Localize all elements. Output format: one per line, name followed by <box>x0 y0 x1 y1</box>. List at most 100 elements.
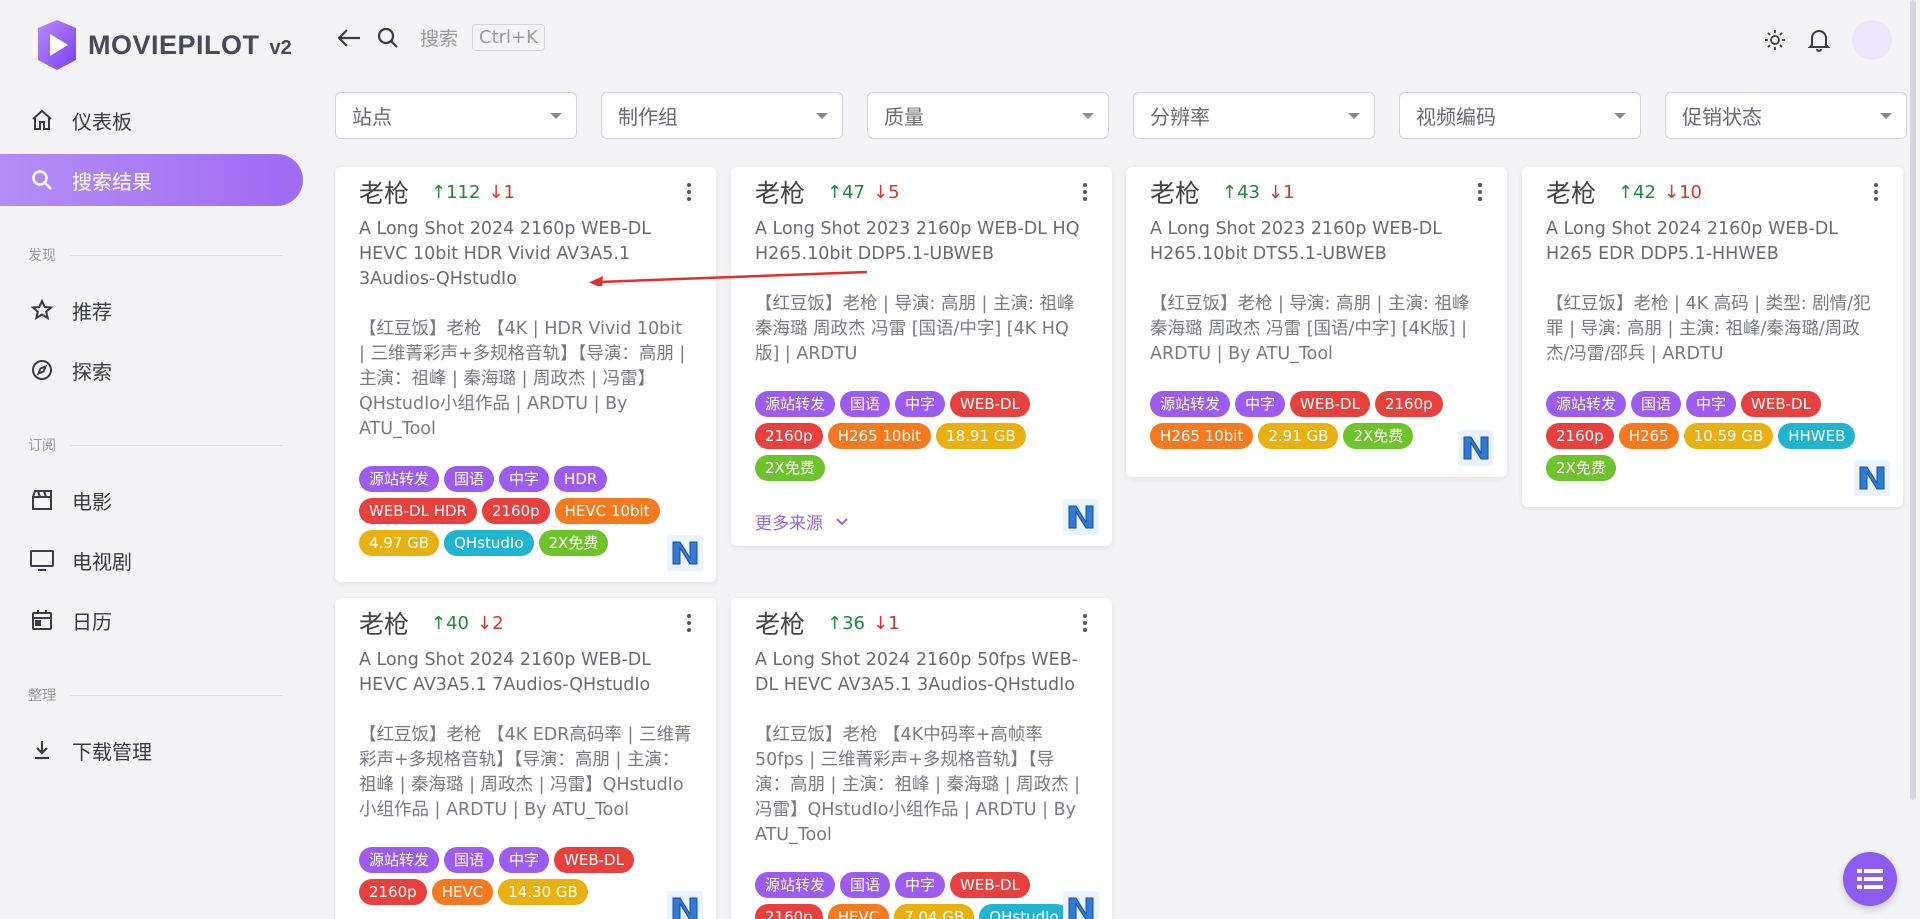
search-icon[interactable] <box>376 26 400 50</box>
site-logo-icon <box>1063 499 1099 535</box>
filter-site-label: 站点 <box>352 105 392 129</box>
star-icon <box>28 296 56 324</box>
back-arrow-icon[interactable] <box>336 26 362 50</box>
torrent-description: 【红豆饭】老枪 【4K EDR高码率 | 三维菁彩声+多规格音轨】【导演：高朋 … <box>359 725 692 820</box>
filter-codec[interactable]: 视频编码 <box>1399 92 1641 139</box>
tag: 源站转发 <box>359 847 440 873</box>
more-vert-icon[interactable] <box>1477 183 1483 201</box>
nav-explore[interactable]: 探索 <box>0 344 303 396</box>
tag: 2X免费 <box>1343 423 1414 449</box>
card-title: 老枪 <box>755 610 806 639</box>
topbar-actions <box>1764 20 1892 60</box>
result-card[interactable]: 老枪 ↑36 ↓1 A Long Shot 2024 2160p 50fps W… <box>731 598 1112 919</box>
tag: 中字 <box>895 391 946 417</box>
tag: 中字 <box>499 847 550 873</box>
more-vert-icon[interactable] <box>1082 183 1088 201</box>
brand[interactable]: MOVIEPILOT v2 <box>34 20 292 70</box>
filter-quality-label: 质量 <box>884 105 924 129</box>
list-view-button[interactable] <box>1843 852 1897 906</box>
tag: 国语 <box>840 872 891 898</box>
filter-site[interactable]: 站点 <box>335 92 577 139</box>
tag: 2.91 GB <box>1258 423 1339 449</box>
nav-movies-label: 电影 <box>72 489 112 514</box>
more-sources-button[interactable]: 更多来源 <box>755 509 1088 534</box>
torrent-description: 【红豆饭】老枪 | 导演: 高朋 | 主演: 祖峰 秦海璐 周政杰 冯雷 [国语… <box>1150 294 1470 364</box>
tag: WEB-DL <box>950 391 1030 417</box>
filter-resolution[interactable]: 分辨率 <box>1133 92 1375 139</box>
moviepilot-logo-icon <box>38 20 76 70</box>
result-card[interactable]: 老枪 ↑43 ↓1 A Long Shot 2023 2160p WEB-DL … <box>1126 167 1507 477</box>
caret-down-icon <box>816 112 828 119</box>
caret-down-icon <box>1348 112 1360 119</box>
more-sources-label: 更多来源 <box>755 514 823 534</box>
tag: 国语 <box>840 391 891 417</box>
tag: WEB-DL <box>554 847 634 873</box>
filter-promotion-label: 促销状态 <box>1682 105 1762 129</box>
result-card[interactable]: 老枪 ↑47 ↓5 A Long Shot 2023 2160p WEB-DL … <box>731 167 1112 546</box>
tag-list: 源站转发 国语 中字 WEB-DL 2160p HEVC 7.04 GB QHstudIo <box>755 872 1088 919</box>
filter-group[interactable]: 制作组 <box>601 92 843 139</box>
tag: HEVC <box>431 879 494 905</box>
tag: 10.59 GB <box>1683 423 1774 449</box>
nav-downloads[interactable]: 下载管理 <box>0 724 303 776</box>
seeders-count: ↑47 <box>827 181 866 203</box>
result-card[interactable]: 老枪 ↑42 ↓10 A Long Shot 2024 2160p WEB-DL… <box>1522 167 1903 507</box>
nav-tv-label: 电视剧 <box>72 549 132 574</box>
filter-promotion[interactable]: 促销状态 <box>1665 92 1907 139</box>
caret-down-icon <box>1880 112 1892 119</box>
tag: 国语 <box>1631 391 1682 417</box>
tag: 源站转发 <box>755 872 836 898</box>
nav-tv[interactable]: 电视剧 <box>0 534 303 586</box>
tag: QHstudIo <box>979 904 1069 919</box>
filter-resolution-label: 分辨率 <box>1150 105 1210 129</box>
tag: 18.91 GB <box>936 423 1026 449</box>
theme-toggle-icon[interactable] <box>1764 29 1786 51</box>
tag: WEB-DL <box>1290 391 1370 417</box>
scrollbar[interactable] <box>1910 0 1916 800</box>
chevron-down-icon <box>836 517 848 525</box>
nav-recommend[interactable]: 推荐 <box>0 284 303 336</box>
leechers-count: ↓10 <box>1664 181 1703 203</box>
nav-calendar[interactable]: 日历 <box>0 594 303 646</box>
tag-list: 源站转发 国语 中字 WEB-DL 2160p H265 10.59 GB HHWEB 2X免费 <box>1546 391 1879 481</box>
more-vert-icon[interactable] <box>1873 183 1879 201</box>
tag: 2160p <box>1546 423 1614 449</box>
bell-icon[interactable] <box>1808 28 1830 52</box>
result-card[interactable]: 老枪 ↑112 ↓1 A Long Shot 2024 2160p WEB-DL… <box>335 167 716 582</box>
tag: HEVC <box>827 904 890 919</box>
tag: 源站转发 <box>359 466 440 492</box>
compass-icon <box>28 356 56 384</box>
torrent-name: A Long Shot 2023 2160p WEB-DL HQ H265.10… <box>755 219 1080 264</box>
tag: 7.04 GB <box>894 904 975 919</box>
tag: 2X免费 <box>1546 455 1616 481</box>
filter-quality[interactable]: 质量 <box>867 92 1109 139</box>
tag: 国语 <box>444 847 495 873</box>
result-card[interactable]: 老枪 ↑40 ↓2 A Long Shot 2024 2160p WEB-DL … <box>335 598 716 919</box>
torrent-name: A Long Shot 2024 2160p WEB-DL H265 EDR D… <box>1546 219 1838 264</box>
seeders-count: ↑43 <box>1222 181 1261 203</box>
seeders-count: ↑42 <box>1618 181 1657 203</box>
download-icon <box>28 736 56 764</box>
calendar-icon <box>28 606 56 634</box>
more-vert-icon[interactable] <box>1082 614 1088 632</box>
sidebar: MOVIEPILOT v2 仪表板 搜索结果 发现 推荐 探索 订阅 电影 电视… <box>0 0 310 919</box>
search-input[interactable]: 搜索 <box>420 24 458 51</box>
nav-search-results[interactable]: 搜索结果 <box>0 154 303 206</box>
torrent-description: 【红豆饭】老枪 【4K中码率+高帧率50fps | 三维菁彩声+多规格音轨】【导… <box>755 725 1081 845</box>
tag: 14.30 GB <box>498 879 588 905</box>
avatar[interactable] <box>1852 20 1892 60</box>
nav-dashboard[interactable]: 仪表板 <box>0 94 303 146</box>
nav-recommend-label: 推荐 <box>72 299 112 324</box>
caret-down-icon <box>1614 112 1626 119</box>
tag: WEB-DL <box>950 872 1030 898</box>
filter-codec-label: 视频编码 <box>1416 105 1496 129</box>
tag: 中字 <box>1235 391 1286 417</box>
more-vert-icon[interactable] <box>686 183 692 201</box>
tag: 国语 <box>444 466 495 492</box>
brand-name: MOVIEPILOT <box>88 29 260 60</box>
leechers-count: ↓5 <box>873 181 900 203</box>
nav-movies[interactable]: 电影 <box>0 474 303 526</box>
site-logo-icon <box>1854 460 1890 496</box>
annotation-arrow <box>589 270 868 286</box>
more-vert-icon[interactable] <box>686 614 692 632</box>
